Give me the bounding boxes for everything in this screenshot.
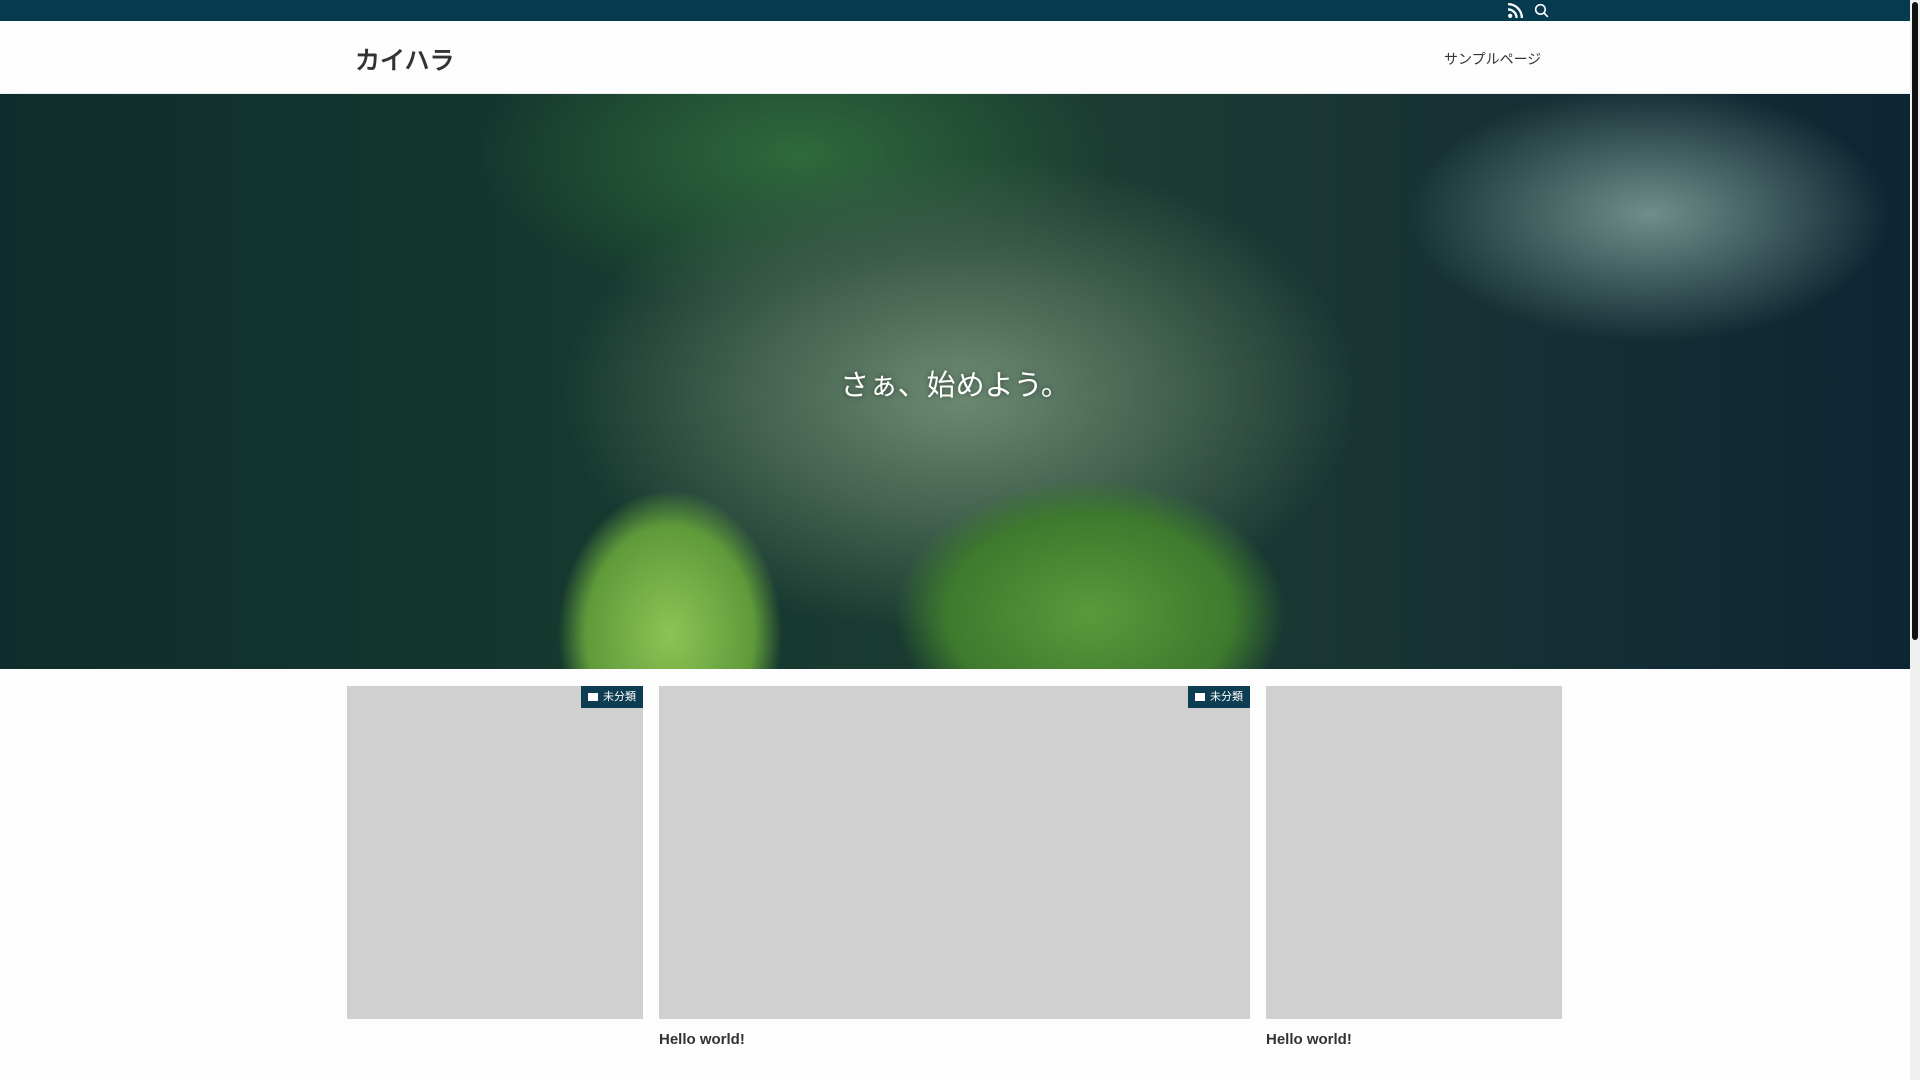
post-card[interactable]: 未分類 xyxy=(347,686,643,1031)
post-thumbnail[interactable]: 未分類 xyxy=(659,686,1250,1019)
category-badge[interactable]: 未分類 xyxy=(581,686,643,708)
rss-icon[interactable] xyxy=(1507,2,1524,19)
post-title[interactable]: Hello world! xyxy=(1266,1031,1562,1048)
nav-item-sample-page[interactable]: サンプルページ xyxy=(1444,49,1541,69)
hero-banner: さぁ、始めよう。 xyxy=(0,94,1910,669)
search-icon[interactable] xyxy=(1533,2,1550,19)
post-card[interactable]: Hello world! xyxy=(1266,686,1562,1048)
folder-icon xyxy=(1195,693,1205,701)
category-label: 未分類 xyxy=(603,690,636,703)
hero-text: さぁ、始めよう。 xyxy=(840,368,1070,402)
top-bar xyxy=(0,0,1910,21)
site-header: カイハラ サンプルページ xyxy=(0,21,1910,94)
scrollbar-thumb[interactable] xyxy=(1912,2,1918,640)
folder-icon xyxy=(588,693,598,701)
post-thumbnail[interactable] xyxy=(1266,686,1562,1019)
post-thumbnail[interactable]: 未分類 xyxy=(347,686,643,1019)
post-title[interactable]: Hello world! xyxy=(659,1031,1250,1048)
site-logo[interactable]: カイハラ xyxy=(355,41,455,77)
post-card[interactable]: 未分類 Hello world! xyxy=(659,686,1250,1048)
category-label: 未分類 xyxy=(1210,690,1243,703)
category-badge[interactable]: 未分類 xyxy=(1188,686,1250,708)
